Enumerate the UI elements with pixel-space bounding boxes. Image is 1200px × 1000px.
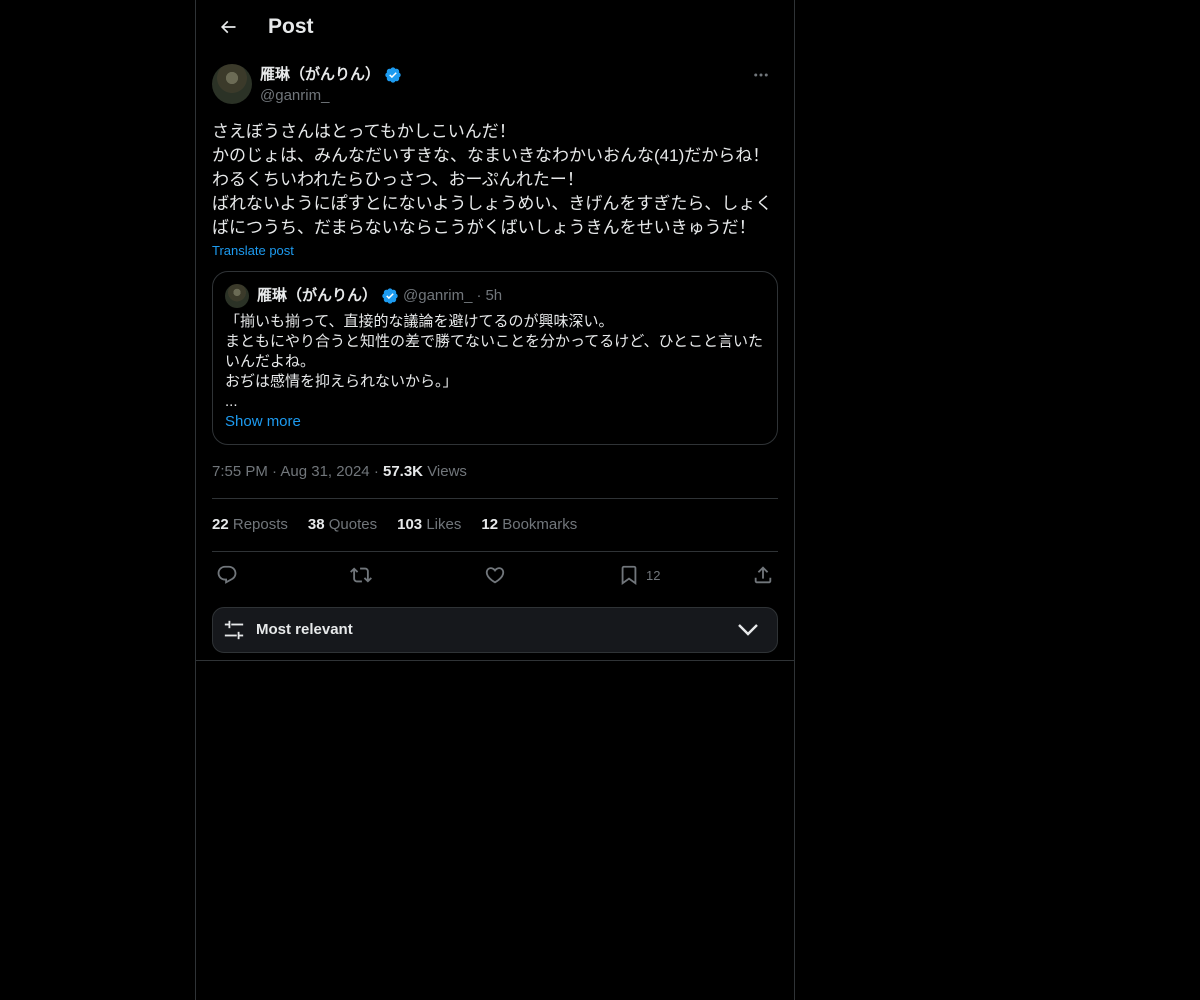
arrow-left-icon <box>220 20 236 34</box>
post-text-line: ばれないようにぽすとにないようしょうめい、きげんをすぎたら、しょく <box>212 194 773 213</box>
quoted-handle: @ganrim_ <box>403 287 473 304</box>
bookmark-icon <box>621 565 637 586</box>
post-text-line: かのじょは、みんなだいすきな、なまいきなわかいおんな(41)だからね！ <box>212 146 770 165</box>
repost-button[interactable] <box>350 562 372 588</box>
bookmark-button[interactable]: 12 <box>618 562 660 588</box>
primary-column: Post 雁琳（がんりん） @ganrim_ さえぼうさんはとってもかしこいんだ… <box>195 0 795 1000</box>
quoted-display-name: 雁琳（がんりん） <box>257 287 378 304</box>
more-options-button[interactable] <box>744 64 778 86</box>
reposts-stat[interactable]: 22 Reposts <box>212 514 288 536</box>
verified-badge-icon <box>382 288 398 304</box>
repost-icon <box>350 567 372 583</box>
page-title: Post <box>268 15 314 38</box>
heart-icon <box>485 567 505 584</box>
verified-badge-icon <box>385 67 401 83</box>
quoted-separator: · <box>476 287 482 304</box>
likes-stat[interactable]: 103 Likes <box>397 514 461 536</box>
bookmarks-stat[interactable]: 12 Bookmarks <box>481 514 577 536</box>
engagement-stats: 22 Reposts 38 Quotes 103 Likes 12 Bookma… <box>212 514 577 536</box>
translate-post-link[interactable]: Translate post <box>212 243 294 259</box>
post-text: さえぼうさんはとってもかしこいんだ！ かのじょは、みんなだいすきな、なまいきなわ… <box>212 120 778 240</box>
post-author-row: 雁琳（がんりん） @ganrim_ <box>212 64 778 106</box>
more-horizontal-icon <box>754 73 768 77</box>
post-date[interactable]: Aug 31, 2024 <box>280 463 369 480</box>
views-label: Views <box>427 463 467 480</box>
like-button[interactable] <box>484 562 506 588</box>
quoted-text-line: ... <box>225 393 238 410</box>
share-icon <box>754 566 772 584</box>
back-button[interactable] <box>208 7 248 47</box>
divider <box>212 498 778 499</box>
bookmark-count: 12 <box>646 567 661 583</box>
author-handle[interactable]: @ganrim_ <box>260 86 329 106</box>
post-text-line: わるくちいわれたらひっさつ、おーぷんれたー！ <box>212 170 584 189</box>
author-name-link[interactable]: 雁琳（がんりん） <box>260 65 402 85</box>
post-detail: 雁琳（がんりん） @ganrim_ さえぼうさんはとってもかしこいんだ！ かのじ… <box>212 64 778 653</box>
post-text-line: さえぼうさんはとってもかしこいんだ！ <box>212 122 516 141</box>
reply-button[interactable] <box>216 562 238 588</box>
sort-label: Most relevant <box>256 621 353 638</box>
quoted-text-line: いんだよね。 <box>225 353 316 370</box>
divider <box>212 551 778 552</box>
quoted-post-header: 雁琳（がんりん） @ganrim_ · 5h <box>225 284 502 308</box>
meta-separator: · <box>373 463 379 480</box>
post-text-line: ばにつうち、だまらないならこうがくばいしょうきんをせいきゅうだ！ <box>212 218 756 237</box>
post-meta: 7:55 PM · Aug 31, 2024 · 57.3K Views <box>212 462 467 482</box>
post-time[interactable]: 7:55 PM <box>212 463 268 480</box>
avatar[interactable] <box>212 64 252 104</box>
views-count: 57.3K <box>382 463 424 480</box>
page-header: Post <box>196 0 794 54</box>
section-divider <box>196 660 794 661</box>
quoted-text-line: 「揃いも揃って、直接的な議論を避けてるのが興味深い。 <box>225 313 614 330</box>
sliders-icon <box>224 620 244 640</box>
share-button[interactable] <box>752 562 774 588</box>
chevron-down-icon <box>738 624 758 636</box>
action-bar: 12 <box>212 562 778 588</box>
quoted-text: 「揃いも揃って、直接的な議論を避けてるのが興味深い。 まともにやり合うと知性の差… <box>225 312 765 412</box>
meta-separator: · <box>272 463 278 480</box>
show-more-link[interactable]: Show more <box>225 412 301 432</box>
quoted-text-line: おぢは感情を抑えられないから。」 <box>225 373 458 390</box>
quoted-post[interactable]: 雁琳（がんりん） @ganrim_ · 5h 「揃いも揃って、直接的な議論を避け… <box>212 271 778 445</box>
author-display-name: 雁琳（がんりん） <box>260 66 381 83</box>
replies-sort-dropdown[interactable]: Most relevant <box>212 607 778 653</box>
quotes-stat[interactable]: 38 Quotes <box>308 514 377 536</box>
quoted-text-line: まともにやり合うと知性の差で勝てないことを分かってるけど、ひとこと言いた <box>225 333 764 350</box>
quoted-time: 5h <box>485 287 503 304</box>
reply-icon <box>217 565 237 584</box>
quoted-avatar <box>225 284 249 308</box>
